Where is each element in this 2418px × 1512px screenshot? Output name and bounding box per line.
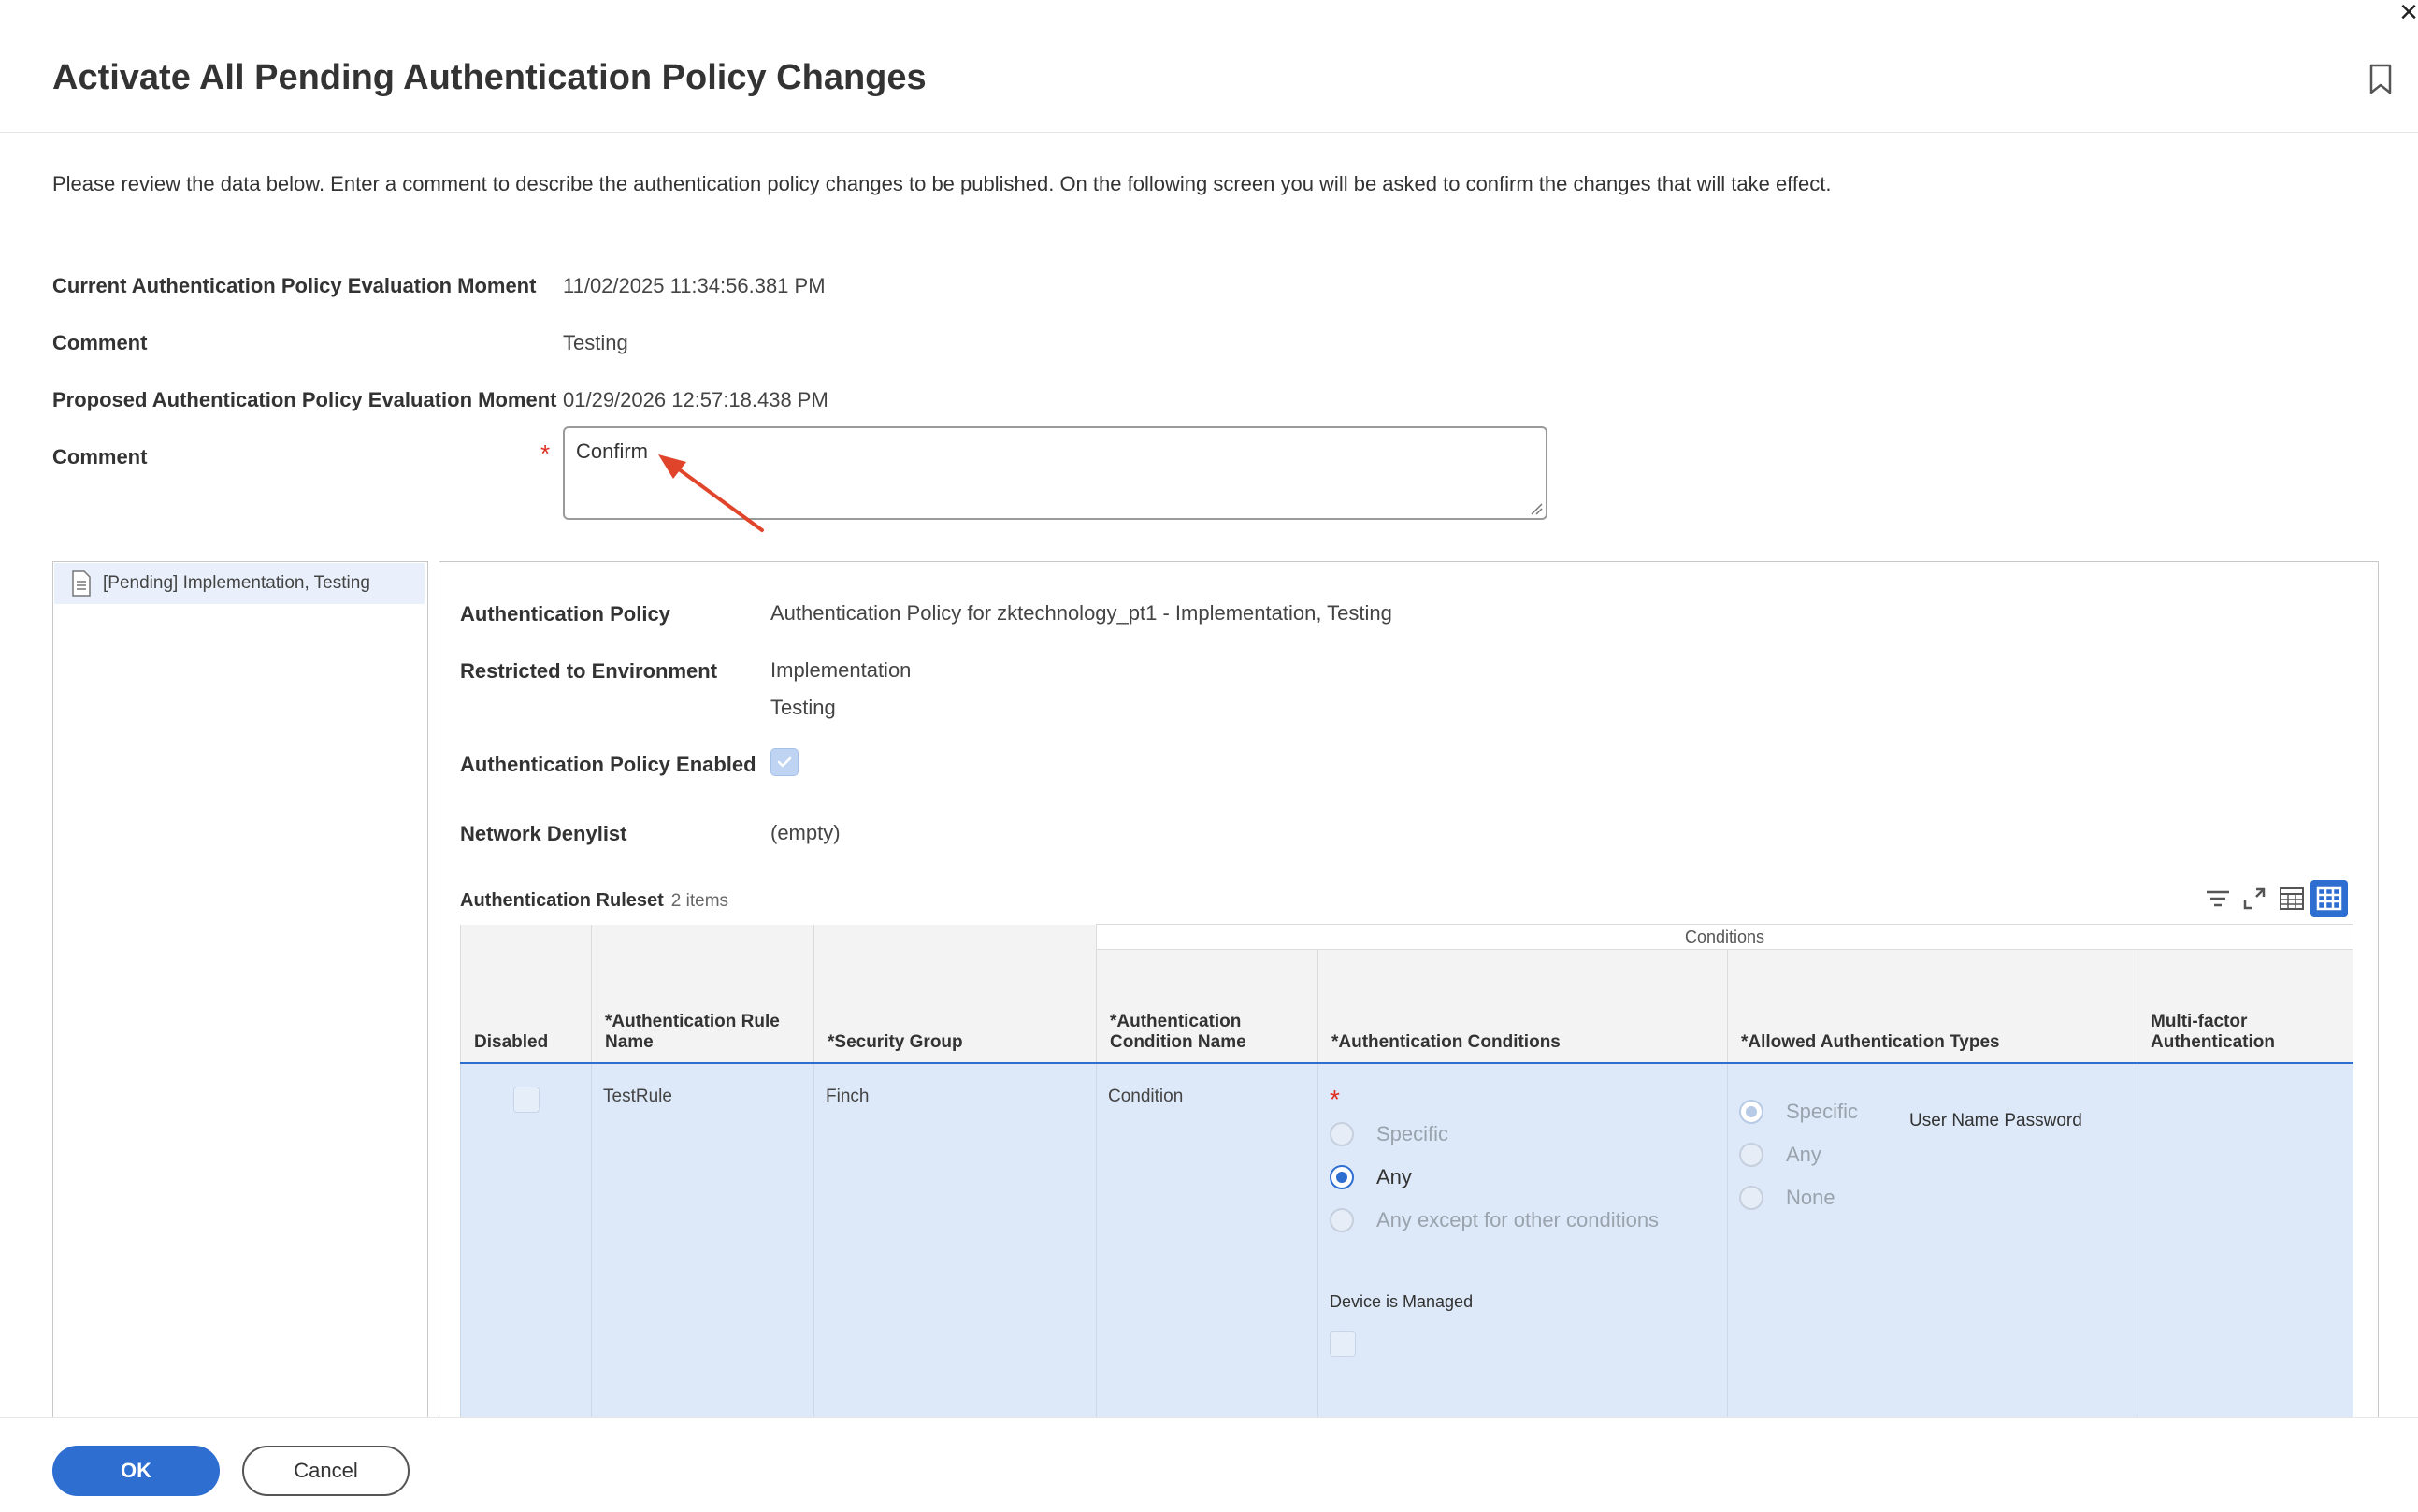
expand-icon[interactable] [2236, 880, 2273, 917]
current-moment-value: 11/02/2025 11:34:56.381 PM [563, 274, 826, 297]
col-allowed-auth-types[interactable]: *Allowed Authentication Types [1727, 949, 2137, 1064]
condition-option-any[interactable]: Any [1330, 1165, 1716, 1189]
left-nav-pane: [Pending] Implementation, Testing [52, 561, 428, 1497]
network-denylist-label: Network Denylist [460, 822, 627, 845]
restricted-env-label: Restricted to Environment [460, 659, 718, 683]
device-managed-label: Device is Managed [1330, 1292, 1474, 1311]
col-rule-name[interactable]: *Authentication Rule Name [591, 949, 814, 1064]
current-moment-label: Current Authentication Policy Evaluation… [52, 274, 537, 297]
ruleset-title: Authentication Ruleset 2 items [460, 890, 728, 912]
col-security-group[interactable]: *Security Group [813, 949, 1097, 1064]
cell-mfa [2137, 1063, 2353, 1464]
auth-type-option-any[interactable]: Any [1739, 1143, 2125, 1167]
radio-label: Any [1786, 1143, 1821, 1166]
col-condition-name[interactable]: *Authentication Condition Name [1096, 949, 1318, 1064]
radio-label: None [1786, 1186, 1835, 1209]
header-spacer [591, 924, 814, 950]
restricted-env-value-2: Testing [770, 696, 836, 719]
disabled-checkbox [512, 1087, 540, 1113]
auth-type-option-none[interactable]: None [1739, 1186, 2125, 1210]
proposed-moment-label: Proposed Authentication Policy Evaluatio… [52, 388, 557, 411]
col-auth-conditions[interactable]: *Authentication Conditions [1317, 949, 1728, 1064]
col-mfa[interactable]: Multi-factor Authentication [2137, 949, 2353, 1064]
auth-type-value: User Name Password [1909, 1111, 2082, 1130]
conditions-group-header: Conditions [1096, 924, 2353, 950]
policy-enabled-label: Authentication Policy Enabled [460, 753, 756, 776]
radio-label: Any [1376, 1165, 1412, 1188]
condition-option-specific[interactable]: Specific [1330, 1122, 1716, 1146]
radio-specific[interactable] [1739, 1100, 1763, 1124]
policy-enabled-checkbox [770, 748, 799, 776]
required-indicator: * [540, 439, 551, 468]
policy-value[interactable]: Authentication Policy for zktechnology_p… [770, 601, 1392, 626]
left-nav-item-pending[interactable]: [Pending] Implementation, Testing [54, 563, 425, 604]
col-disabled[interactable]: Disabled [460, 949, 592, 1064]
policy-label: Authentication Policy [460, 602, 670, 626]
ruleset-table: Conditions Disabled *Authentication Rule… [460, 924, 2353, 1464]
document-icon [72, 570, 91, 597]
radio-label: Specific [1376, 1122, 1449, 1145]
page-title: Activate All Pending Authentication Poli… [52, 58, 927, 97]
network-denylist-value: (empty) [770, 821, 841, 844]
proposed-moment-value: 01/29/2026 12:57:18.438 PM [563, 388, 828, 411]
left-nav-item-label: [Pending] Implementation, Testing [103, 573, 370, 593]
ruleset-title-text: Authentication Ruleset [460, 890, 664, 911]
restricted-env-value-1: Implementation [770, 658, 912, 682]
radio-any[interactable] [1330, 1165, 1354, 1189]
cell-disabled [460, 1063, 592, 1464]
details-pane: Authentication Policy Authentication Pol… [439, 561, 2379, 1497]
condition-option-any-except[interactable]: Any except for other conditions [1330, 1208, 1716, 1232]
header-spacer [460, 924, 592, 950]
page-header: Activate All Pending Authentication Poli… [0, 0, 2418, 133]
required-indicator: * [1330, 1085, 1340, 1114]
radio-label: Any except for other conditions [1376, 1208, 1660, 1231]
checkmark-icon [777, 756, 792, 768]
radio-none[interactable] [1739, 1186, 1763, 1210]
ruleset-count: 2 items [670, 891, 729, 911]
grid-view-icon[interactable] [2310, 880, 2348, 917]
new-comment-label: Comment [52, 445, 148, 468]
cell-allowed-auth-types: Specific Any None User Name Password [1727, 1063, 2137, 1464]
radio-specific[interactable] [1330, 1122, 1354, 1146]
cell-auth-conditions: * Specific Any Any except for other cond… [1317, 1063, 1728, 1464]
intro-text: Please review the data below. Enter a co… [52, 172, 1832, 195]
radio-any-except[interactable] [1330, 1208, 1354, 1232]
device-managed-checkbox[interactable] [1330, 1331, 1356, 1357]
filter-icon[interactable] [2199, 880, 2237, 917]
comment-textarea-value: Confirm [576, 439, 649, 463]
table-view-icon[interactable] [2273, 880, 2310, 917]
cell-security-group: Finch [813, 1063, 1097, 1464]
comment-value: Testing [563, 331, 628, 354]
comment-label: Comment [52, 331, 148, 354]
bookmark-icon[interactable] [2368, 64, 2393, 95]
table-row[interactable]: TestRule Finch Condition * Specific Any … [460, 1063, 2353, 1464]
cancel-button[interactable]: Cancel [242, 1446, 410, 1496]
radio-any[interactable] [1739, 1143, 1763, 1167]
cell-rule-name: TestRule [591, 1063, 814, 1464]
footer-bar: OK Cancel [0, 1417, 2418, 1512]
ok-button[interactable]: OK [52, 1446, 220, 1496]
header-spacer [813, 924, 1097, 950]
comment-textarea[interactable]: Confirm [563, 426, 1547, 520]
cell-condition-name: Condition [1096, 1063, 1318, 1464]
radio-label: Specific [1786, 1100, 1859, 1123]
resize-handle-icon[interactable] [1530, 502, 1543, 515]
